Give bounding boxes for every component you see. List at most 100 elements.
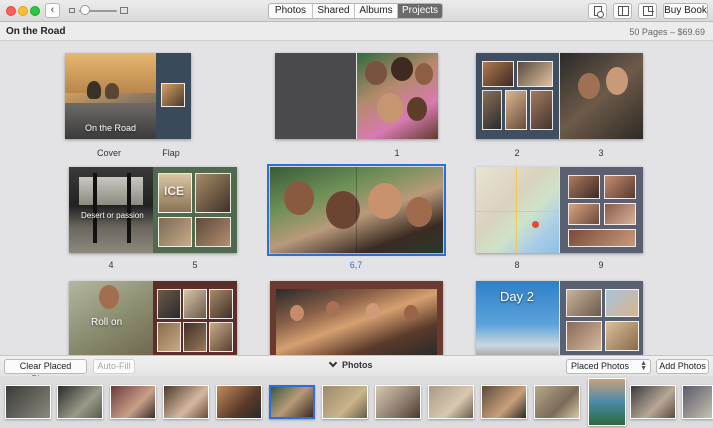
page-3[interactable] [559,53,643,139]
tab-projects[interactable]: Projects [398,4,442,18]
page-9-photo-4 [603,203,636,225]
photo-thumbnail[interactable] [630,385,676,419]
page-9[interactable] [559,167,643,253]
back-button[interactable]: ‹ [45,3,60,18]
page-view-icon [643,6,654,16]
spread-pages-8-9[interactable] [476,167,643,253]
spread-pages-10-11[interactable]: Roll on [69,281,237,355]
page-9-label: 9 [598,260,604,270]
close-window-button[interactable] [6,6,16,16]
spread-gutter [356,167,357,253]
cover-spread[interactable]: On the Road [65,53,191,139]
cover-person-1 [87,81,101,99]
page-1-face-2 [390,57,413,81]
tab-photos[interactable]: Photos [269,4,313,18]
photo-thumbnail[interactable] [481,385,527,419]
page-6-7-face-4 [406,197,432,227]
zoom-window-button[interactable] [30,6,40,16]
chevron-down-icon [328,358,338,368]
zoom-slider-knob[interactable] [80,5,90,15]
book-settings-icon [594,6,604,18]
page-1-label: 1 [394,148,400,158]
photo-thumbnail[interactable] [322,385,368,419]
page-11[interactable] [153,281,237,355]
auto-fill-button[interactable]: Auto-Fill [93,359,135,374]
select-arrows-icon: ▲ ▼ [640,360,647,372]
page-15-photo-2 [604,289,639,317]
photo-thumbnail[interactable] [110,385,156,419]
cover-page[interactable]: On the Road [65,53,156,139]
photo-thumbnail[interactable] [163,385,209,419]
spread-page-1[interactable] [275,53,438,139]
page-14[interactable]: Day 2 [476,281,559,355]
spread-pages-6-7[interactable] [267,164,446,256]
page-6-7-label: 6,7 [349,260,363,270]
page-view-button[interactable] [638,3,657,19]
photo-thumbnail[interactable] [375,385,421,419]
page-12-13-photo [276,289,437,355]
photo-thumbnail[interactable] [216,385,262,419]
minimize-window-button[interactable] [18,6,28,16]
page-1-face-3 [414,63,433,85]
photo-thumbnail[interactable] [682,385,713,419]
layout-options-button[interactable] [613,3,632,19]
map-pin [532,221,539,228]
flap-photo [161,83,185,107]
add-photos-button[interactable]: Add Photos [656,359,709,374]
spread-pages-2-3[interactable] [476,53,643,139]
photo-thumbnail[interactable] [588,378,626,426]
page-4[interactable]: Desert or passion [69,167,153,253]
page-8-map[interactable] [476,167,559,253]
page-2[interactable] [476,53,559,139]
page-4-post-2 [127,173,131,243]
page-15[interactable] [559,281,643,355]
page-9-photo-2 [603,175,636,199]
page-5-sign-text: ICE [164,184,185,198]
page-4-window [79,177,143,205]
spread-pages-4-5[interactable]: Desert or passion ICE [69,167,237,253]
page-12-13-face-4 [404,305,418,321]
page-9-photo-5 [567,229,636,247]
flap-label: Flap [162,148,180,158]
project-header: On the Road 50 Pages – $69.69 [0,22,713,41]
photo-thumbnail[interactable] [534,385,580,419]
page-1-face-1 [364,61,387,85]
spread-pages-14-15[interactable]: Day 2 [476,281,643,355]
page-1[interactable] [356,53,438,139]
tab-shared[interactable]: Shared [313,4,355,18]
zoom-small-icon [69,8,75,13]
page-10-face [99,285,119,309]
page-8-label: 8 [514,260,520,270]
page-12-13-face-3 [366,303,380,319]
page-5[interactable]: ICE [153,167,237,253]
photos-tray-toggle[interactable]: Photos [328,358,373,370]
page-1-face-5 [406,97,427,121]
page-6-7-face-1 [284,181,314,215]
photo-tray-toolbar: Clear Placed Photos Auto-Fill Photos Pla… [0,355,713,384]
page-6-7-face-2 [326,191,360,229]
page-2-photo-4 [505,90,527,130]
photo-thumbnail-selected[interactable] [269,385,315,419]
flap-page[interactable] [156,53,191,139]
page-12-13-face-2 [326,301,340,317]
spread-pages-12-13[interactable] [270,281,443,355]
page-2-photo-1 [482,61,514,87]
cover-label: Cover [96,148,121,158]
map-road-1 [476,211,559,212]
page-9-photo-1 [567,175,600,199]
cover-person-2 [105,83,119,99]
page-10[interactable]: Roll on [69,281,153,355]
page-5-photo-2 [195,173,231,213]
photo-thumbnail[interactable] [428,385,474,419]
photo-filter-select[interactable]: Placed Photos ▲ ▼ [566,359,651,374]
clear-placed-photos-button[interactable]: Clear Placed Photos [4,359,87,384]
photo-thumbnail[interactable] [5,385,51,419]
photos-tray-label: Photos [342,360,373,370]
photo-thumbnail[interactable] [57,385,103,419]
book-settings-button[interactable] [588,3,607,19]
page-15-photo-3 [565,321,602,351]
tab-albums[interactable]: Albums [355,4,398,18]
buy-book-button[interactable]: Buy Book [663,3,708,19]
page-12-13-face-1 [290,305,304,321]
page-14-caption: Day 2 [500,289,534,304]
